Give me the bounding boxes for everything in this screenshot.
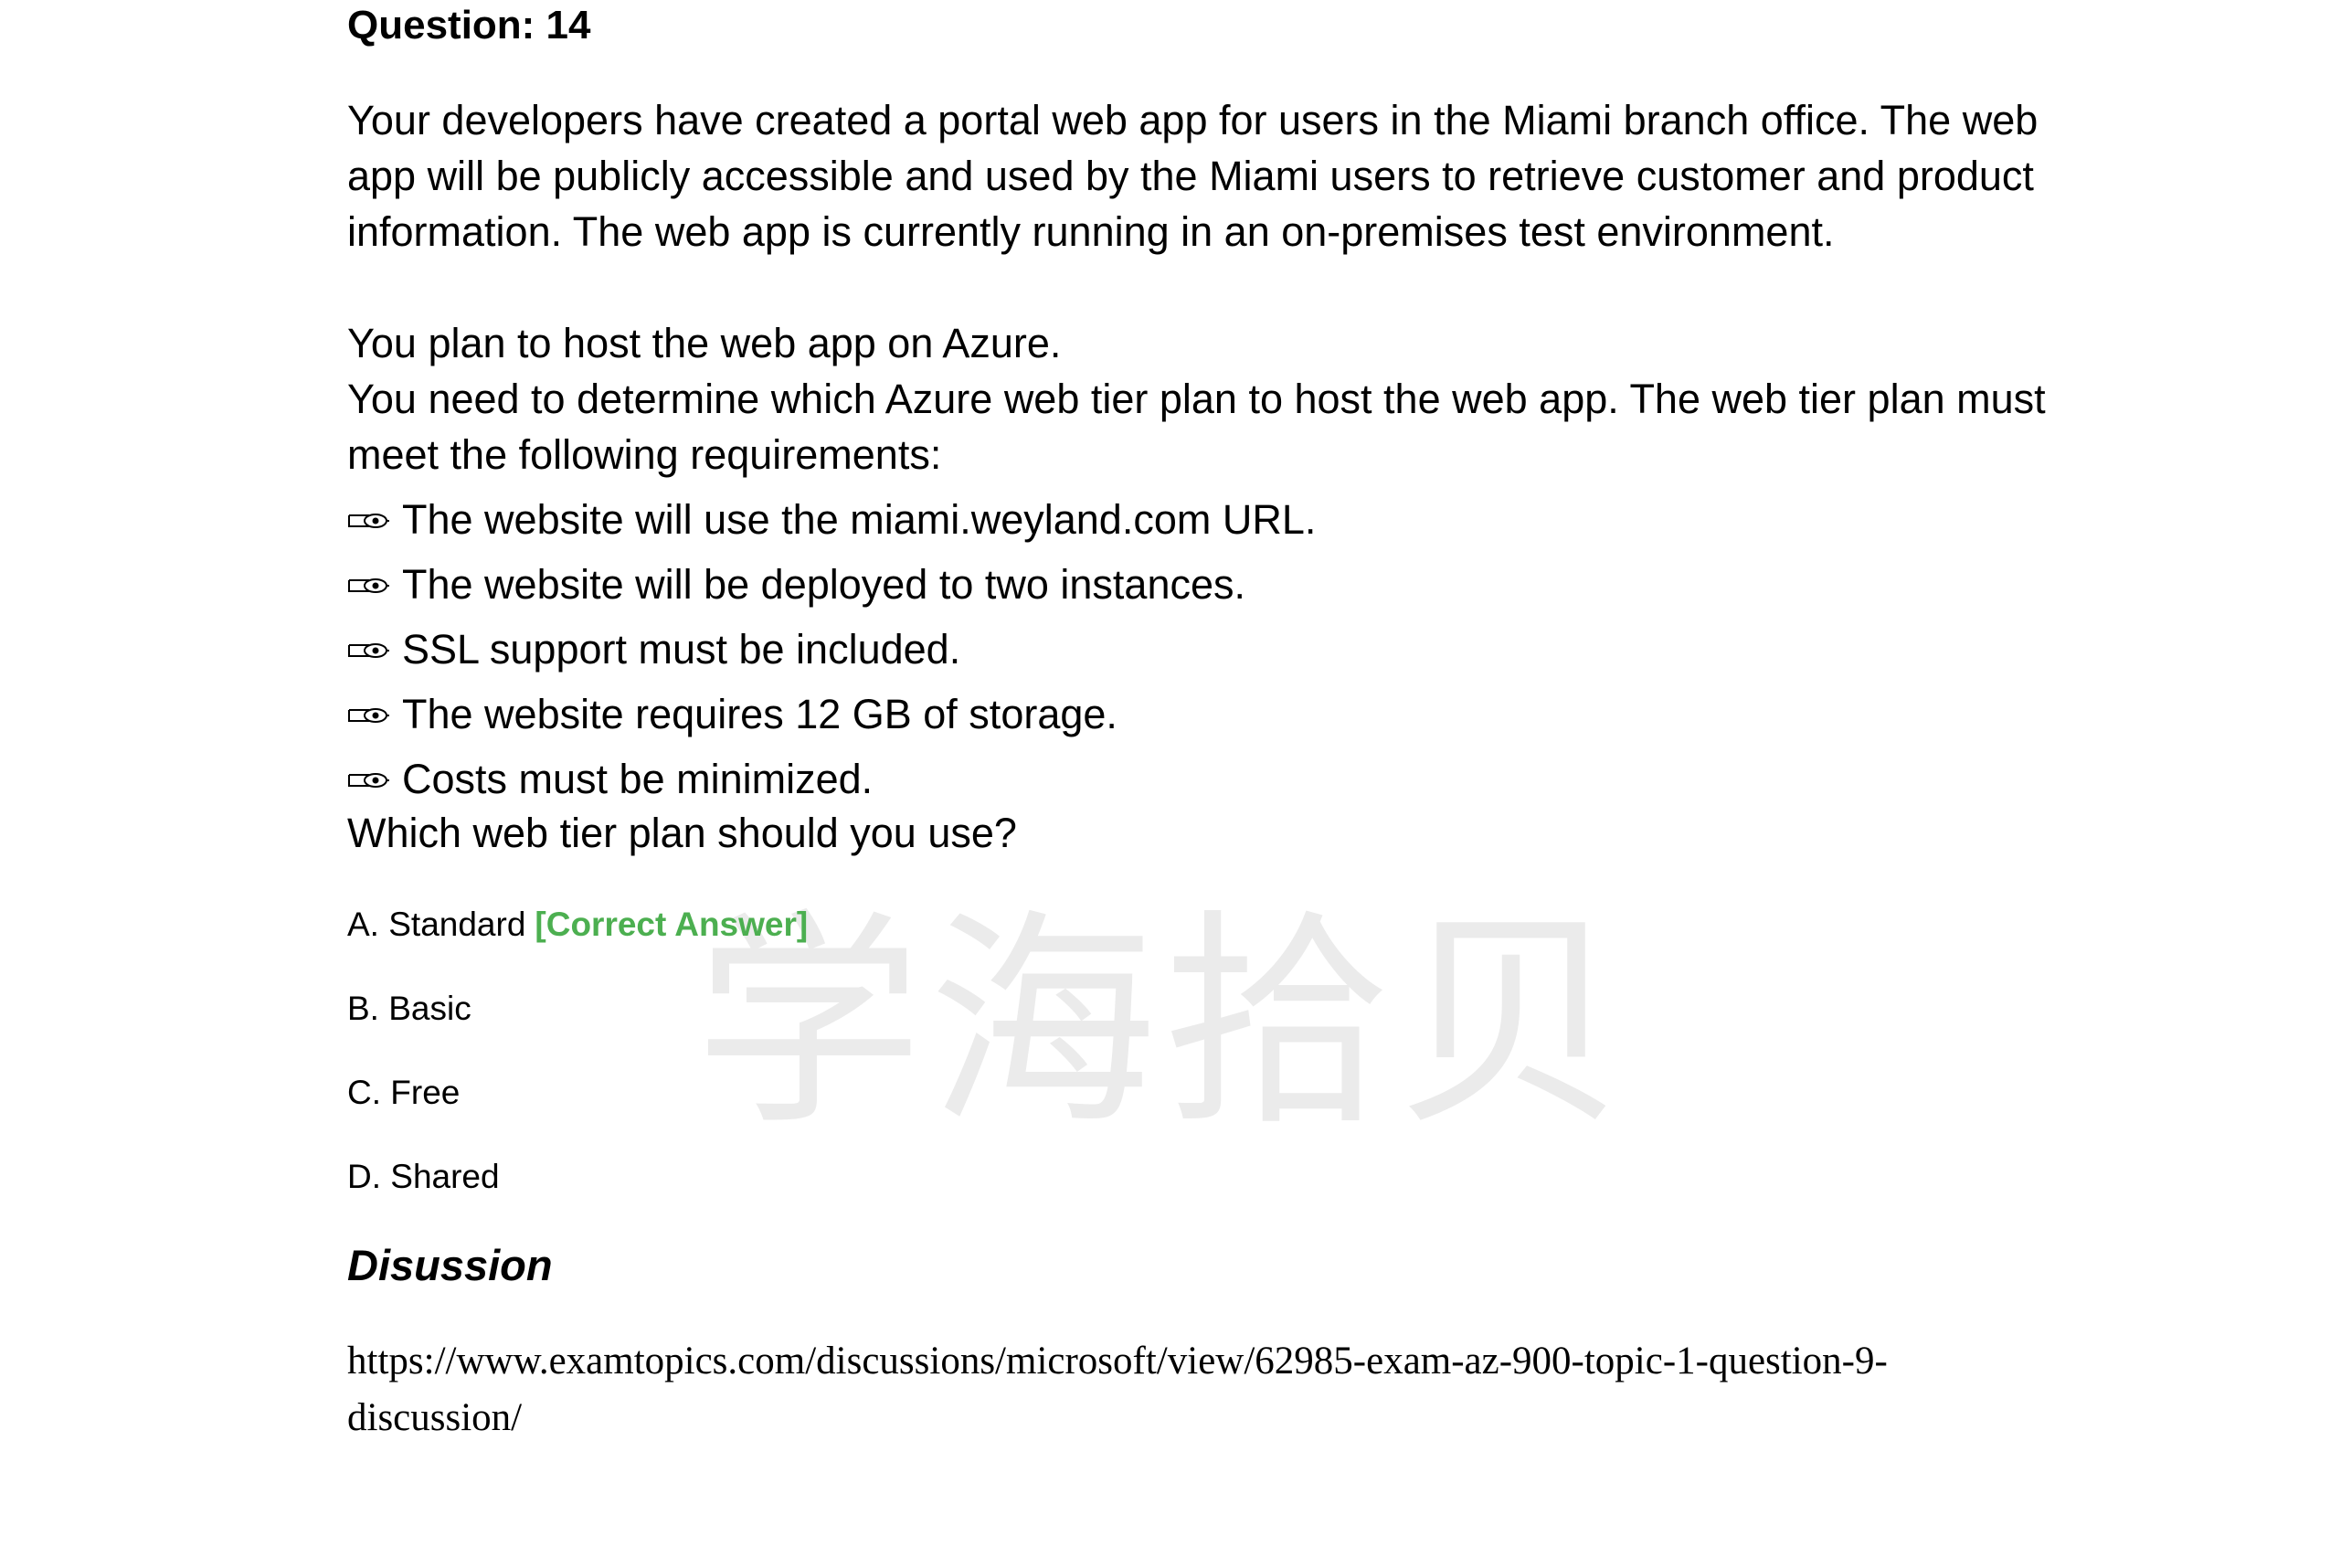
requirement-item: SSL support must be included.	[347, 617, 1316, 682]
option-label: D. Shared	[347, 1158, 500, 1195]
question-paragraph-1: Your developers have created a portal we…	[347, 97, 2039, 255]
correct-answer-badge: [Correct Answer]	[535, 906, 809, 943]
question-paragraph-2: You plan to host the web app on Azure.	[347, 320, 1062, 366]
watermark: 学海拾贝	[694, 890, 1630, 1156]
option-d: D. Shared	[347, 1151, 808, 1235]
requirement-item: The website requires 12 GB of storage.	[347, 682, 1316, 747]
option-c: C. Free	[347, 1067, 808, 1151]
question-title: Question: 14	[347, 3, 591, 48]
requirement-item: Costs must be minimized.	[347, 747, 1316, 811]
option-label: A. Standard	[347, 906, 526, 943]
requirement-text: Costs must be minimized.	[402, 755, 874, 802]
answer-options: A. Standard [Correct Answer] B. Basic C. …	[347, 899, 808, 1235]
option-a: A. Standard [Correct Answer]	[347, 899, 808, 983]
pointing-hand-icon	[348, 707, 389, 723]
requirement-item: The website will be deployed to two inst…	[347, 552, 1316, 617]
pointing-hand-icon	[348, 772, 389, 788]
option-label: B. Basic	[347, 990, 471, 1027]
question-prompt: Which web tier plan should you use?	[347, 810, 1017, 856]
discussion-link[interactable]: https://www.examtopics.com/discussions/m…	[347, 1333, 1992, 1446]
discussion-heading: Disussion	[347, 1241, 553, 1289]
requirement-text: The website will use the miami.weyland.c…	[402, 495, 1317, 543]
pointing-hand-icon	[348, 642, 389, 658]
requirement-text: The website will be deployed to two inst…	[402, 560, 1246, 608]
requirement-text: The website requires 12 GB of storage.	[402, 690, 1117, 737]
requirements-list: The website will use the miami.weyland.c…	[347, 487, 1316, 811]
question-paragraph-3: You need to determine which Azure web ti…	[347, 376, 2046, 478]
requirement-text: SSL support must be included.	[402, 625, 961, 673]
requirement-item: The website will use the miami.weyland.c…	[347, 487, 1316, 552]
pointing-hand-icon	[348, 577, 389, 593]
option-label: C. Free	[347, 1074, 461, 1111]
option-b: B. Basic	[347, 983, 808, 1067]
pointing-hand-icon	[348, 513, 389, 528]
